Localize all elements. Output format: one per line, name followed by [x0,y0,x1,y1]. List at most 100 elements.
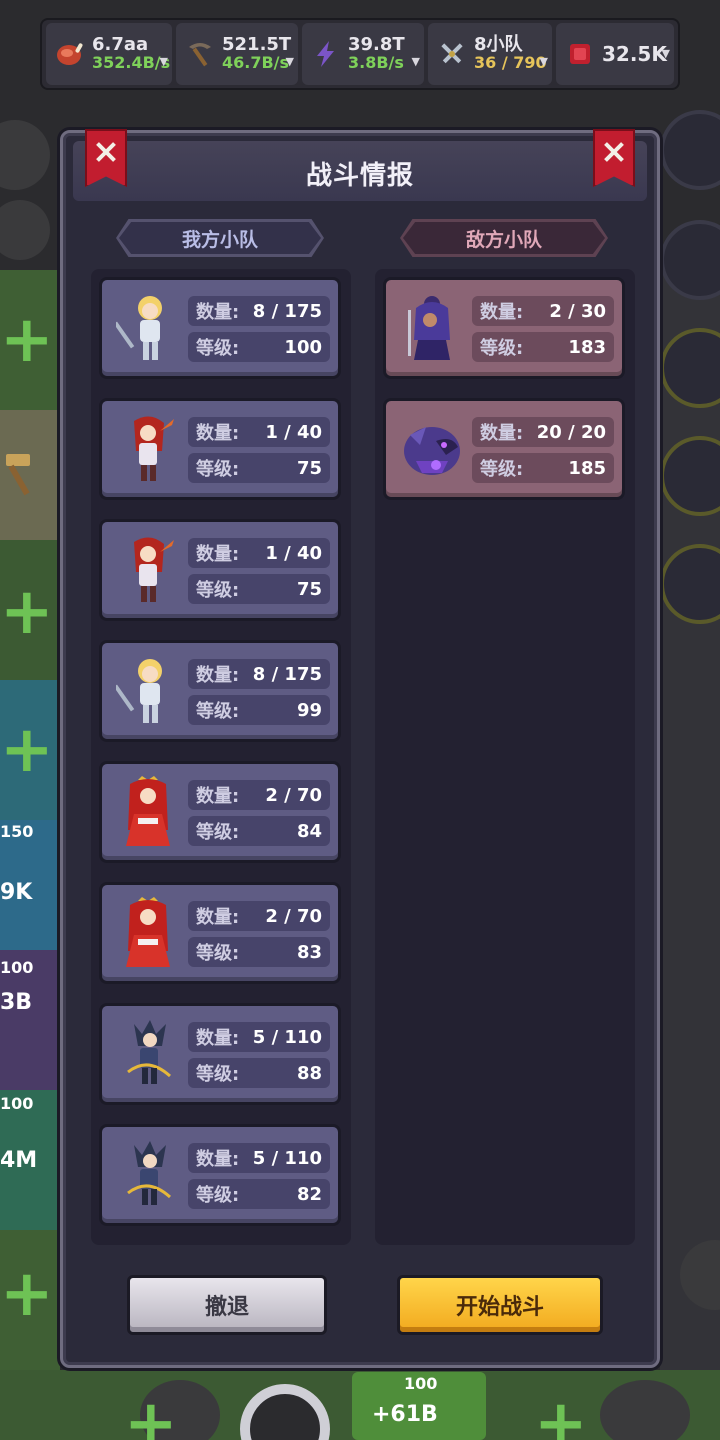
unit-level-label: 等级: [196,338,240,359]
unit-count-label: 数量: [196,786,240,807]
modal-title: 战斗情报 [305,161,414,191]
resource-meat[interactable]: 6.7aa 352.4B/s ▼ [46,23,172,85]
bottom-tile-badge[interactable]: 100 +61B [352,1372,486,1440]
rock-decoration [0,120,50,190]
resource-energy[interactable]: 39.8T 3.8B/s ▼ [302,23,424,85]
ally-unit-card[interactable]: 数量: 8 / 175 等级: 99 [99,640,341,742]
ally-unit-card[interactable]: 数量: 2 / 70 等级: 83 [99,882,341,984]
add-tile-icon[interactable]: + [0,308,54,372]
unit-level-row: 等级: 75 [188,453,330,483]
bottom-badge-value: +61B [372,1402,438,1427]
bottom-badge-level: 100 [404,1374,438,1393]
unit-level-label: 等级: [196,1185,240,1206]
tile-level-label: 100 [0,958,34,977]
ally-unit-card[interactable]: 数量: 5 / 110 等级: 88 [99,1003,341,1105]
ally-unit-list[interactable]: 数量: 8 / 175 等级: 100 数量: 1 / 40 等级: 75 数量: 1 / 40 等… [91,269,351,1245]
add-tile-icon[interactable]: + [534,1392,588,1440]
enemy-unit-card[interactable]: 数量: 2 / 30 等级: 183 [383,277,625,379]
unit-count-label: 数量: [196,302,240,323]
ruby-icon [562,36,598,72]
unit-level-value: 75 [296,578,322,600]
enemy-unit-card[interactable]: 数量: 20 / 20 等级: 185 [383,398,625,500]
unit-count-value: 5 / 110 [252,1147,322,1169]
chevron-down-icon: ▼ [661,47,670,60]
unit-count-label: 数量: [480,302,524,323]
unit-count-row: 数量: 2 / 30 [472,296,614,326]
red-princess-portrait [110,772,186,852]
unit-count-row: 数量: 8 / 175 [188,296,330,326]
retreat-button[interactable]: 撤退 [127,1275,327,1335]
ally-unit-card[interactable]: 数量: 1 / 40 等级: 75 [99,398,341,500]
unit-level-row: 等级: 183 [472,332,614,362]
chevron-down-icon: ▼ [411,55,420,68]
battle-info-modal: 战斗情报 我方小队 敌方小队 数量: 8 / 175 等级: 100 数量: 1 / 40… [60,129,660,1368]
unit-level-label: 等级: [196,459,240,480]
unit-level-value: 88 [296,1062,322,1084]
pickaxe-icon [182,36,218,72]
ally-unit-card[interactable]: 数量: 1 / 40 等级: 75 [99,519,341,621]
settings-gear-button[interactable] [660,110,720,190]
unit-count-row: 数量: 5 / 110 [188,1022,330,1052]
resource-ruby[interactable]: 32.5K ▼ [556,23,674,85]
red-hair-warrior-portrait [110,530,186,610]
ally-unit-card[interactable]: 数量: 5 / 110 等级: 82 [99,1124,341,1226]
ally-unit-card[interactable]: 数量: 8 / 175 等级: 100 [99,277,341,379]
ally-team-label: 我方小队 [116,219,324,257]
unit-level-label: 等级: [196,1064,240,1085]
blonde-knight-portrait [110,651,186,731]
unit-count-row: 数量: 20 / 20 [472,417,614,447]
dark-archer-portrait [110,1014,186,1094]
unit-level-row: 等级: 185 [472,453,614,483]
add-tile-icon[interactable]: + [124,1392,178,1440]
ally-team-label-text: 我方小队 [181,228,258,251]
board-tile [660,270,720,1370]
unit-level-value: 185 [568,457,606,479]
unit-level-value: 99 [296,699,322,721]
resource-bar: 6.7aa 352.4B/s ▼ 521.5T 46.7B/s ▼ 39.8T … [40,18,680,90]
add-tile-icon[interactable]: + [0,718,54,782]
unit-count-label: 数量: [196,1028,240,1049]
unit-count-label: 数量: [196,423,240,444]
purple-beast-portrait [394,409,470,489]
unit-count-label: 数量: [480,423,524,444]
tile-value-label: 4M [0,1148,38,1173]
unit-level-row: 等级: 84 [188,816,330,846]
ally-unit-card[interactable]: 数量: 2 / 70 等级: 84 [99,761,341,863]
tile-value-label: 9K [0,880,33,905]
resource-ore[interactable]: 521.5T 46.7B/s ▼ [176,23,298,85]
unit-level-label: 等级: [196,822,240,843]
unit-count-row: 数量: 5 / 110 [188,1143,330,1173]
resource-squads[interactable]: 8小队 36 / 790 ▼ [428,23,552,85]
unit-level-label: 等级: [196,580,240,601]
chevron-down-icon: ▼ [159,55,168,68]
red-princess-portrait [110,893,186,973]
unit-level-row: 等级: 83 [188,937,330,967]
unit-count-value: 2 / 70 [265,784,322,806]
unit-count-row: 数量: 1 / 40 [188,538,330,568]
unit-count-value: 1 / 40 [265,421,322,443]
unit-count-label: 数量: [196,1149,240,1170]
unit-level-label: 等级: [196,943,240,964]
resource-rate: 352.4B/s [92,53,171,73]
modal-header: 战斗情报 [73,141,647,201]
chevron-down-icon: ▼ [539,55,548,68]
unit-count-value: 20 / 20 [536,421,606,443]
unit-count-row: 数量: 2 / 70 [188,901,330,931]
unit-level-value: 82 [296,1183,322,1205]
purple-mage-portrait [394,288,470,368]
enemy-team-label: 敌方小队 [400,219,608,257]
unit-level-value: 84 [296,820,322,842]
blonde-knight-portrait [110,288,186,368]
unit-count-row: 数量: 1 / 40 [188,417,330,447]
unit-count-value: 2 / 30 [549,300,606,322]
unit-count-value: 8 / 175 [252,300,322,322]
unit-level-label: 等级: [480,459,524,480]
add-tile-icon[interactable]: + [0,1262,54,1326]
add-tile-icon[interactable]: + [0,580,54,644]
unit-level-row: 等级: 82 [188,1179,330,1209]
enemy-unit-list[interactable]: 数量: 2 / 30 等级: 183 数量: 20 / 20 等级: 185 [375,269,635,1245]
lightning-icon [308,36,344,72]
start-battle-button[interactable]: 开始战斗 [397,1275,603,1335]
red-hair-warrior-portrait [110,409,186,489]
chevron-down-icon: ▼ [285,55,294,68]
